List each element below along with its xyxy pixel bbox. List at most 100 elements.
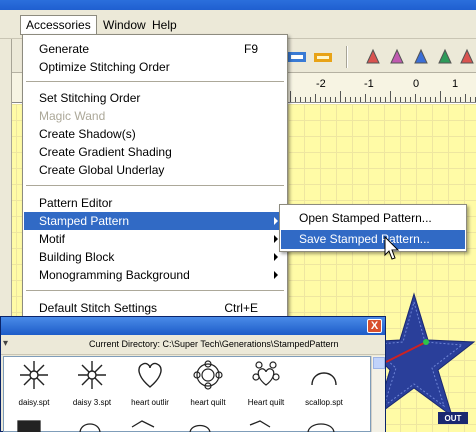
submenu-item-save-stamped-pattern[interactable]: Save Stamped Pattern...	[281, 230, 465, 249]
menu-item-building-block[interactable]: Building Block	[24, 248, 286, 266]
thumbnail-row-partial	[4, 413, 372, 432]
ruler-label: -2	[316, 78, 326, 90]
menu-item-create-shadows[interactable]: Create Shadow(s)	[24, 125, 286, 143]
ruler-tick	[310, 97, 311, 102]
ruler-tick	[430, 97, 431, 102]
accessories-menu: Generate F9 Optimize Stitching Order Set…	[22, 34, 288, 321]
ruler-tick	[390, 91, 391, 102]
pattern-thumbnail[interactable]: heart quilt	[180, 357, 236, 411]
ruler-tick	[420, 97, 421, 102]
ruler-tick	[355, 97, 356, 102]
menu-item-label: Building Block	[39, 250, 115, 264]
ruler-tick	[300, 97, 301, 102]
toolbar-button-7[interactable]	[456, 47, 476, 67]
out-badge-label: OUT	[445, 414, 462, 423]
pattern-thumbnail[interactable]: daisy.spt	[6, 357, 62, 411]
ruler-label: 1	[452, 78, 459, 90]
app-title-bar	[0, 0, 476, 10]
toolbar-separator	[346, 46, 347, 68]
pattern-thumbnail[interactable]: Heart quilt	[238, 357, 294, 411]
thumbnail-label: scallop.spt	[305, 398, 343, 407]
menu-item-stamped-pattern[interactable]: Stamped Pattern	[24, 212, 286, 230]
menu-item-create-gradient-shading[interactable]: Create Gradient Shading	[24, 143, 286, 161]
thumbnail-label: Heart quilt	[247, 398, 285, 407]
ruler-tick	[335, 97, 336, 102]
menu-item-create-global-underlay[interactable]: Create Global Underlay	[24, 161, 286, 179]
scroll-up-button[interactable]	[373, 357, 385, 369]
stitch-icon	[460, 48, 474, 64]
ruler-tick	[400, 97, 401, 102]
heart-quilt-icon	[252, 361, 280, 386]
ruler-tick	[330, 97, 331, 102]
ruler-tick	[395, 97, 396, 102]
menu-item-label: Magic Wand	[39, 109, 106, 123]
ruler-tick	[305, 97, 306, 102]
partial-thumbnail-icons	[17, 420, 335, 432]
submenu-item-label: Save Stamped Pattern...	[299, 232, 430, 246]
scallop-pattern-icon	[311, 372, 337, 386]
thumbnail-label: daisy.spt	[18, 398, 50, 407]
menu-item-monogramming-background[interactable]: Monogramming Background	[24, 266, 286, 284]
menu-separator	[26, 81, 284, 82]
thumbnail-label: heart outlir	[131, 398, 169, 407]
vertical-scrollbar[interactable]	[371, 356, 385, 432]
menu-item-label: Motif	[39, 232, 66, 246]
toolbar-button-1[interactable]	[286, 47, 308, 67]
submenu-arrow-icon	[274, 235, 278, 243]
ruler-tick	[295, 97, 296, 102]
pattern-thumbnail[interactable]: daisy 3.spt	[64, 357, 120, 411]
tool-icon	[314, 53, 332, 62]
chevron-down-icon[interactable]: ▾	[3, 338, 8, 349]
submenu-item-label: Open Stamped Pattern...	[299, 211, 432, 225]
menu-accessories[interactable]: Accessories	[20, 15, 97, 35]
submenu-item-open-stamped-pattern[interactable]: Open Stamped Pattern...	[281, 209, 465, 228]
ruler-tick	[460, 97, 461, 102]
menu-item-label: Create Global Underlay	[39, 163, 165, 177]
stitch-icon	[414, 48, 428, 64]
ruler-tick	[380, 97, 381, 102]
toolbar-button-2[interactable]	[312, 47, 334, 67]
menu-item-optimize-stitching-order[interactable]: Optimize Stitching Order	[24, 58, 286, 76]
toolbar-button-4[interactable]	[386, 47, 408, 67]
ruler-tick	[340, 91, 341, 102]
menu-item-pattern-editor[interactable]: Pattern Editor	[24, 194, 286, 212]
submenu-arrow-icon	[274, 271, 278, 279]
ruler-tick	[450, 97, 451, 102]
menu-item-shortcut: Ctrl+E	[224, 301, 258, 315]
menu-item-label: Create Shadow(s)	[39, 127, 136, 141]
toolbar-button-3[interactable]	[362, 47, 384, 67]
current-directory-label: Current Directory: C:\Super Tech\Generat…	[89, 339, 339, 349]
dialog-title-bar[interactable]: X	[1, 317, 385, 335]
stitch-icon	[366, 48, 380, 64]
menu-item-default-stitch-settings[interactable]: Default Stitch Settings Ctrl+E	[24, 299, 286, 317]
stitch-icon	[390, 48, 404, 64]
toolbar-button-6[interactable]	[434, 47, 456, 67]
menu-item-label: Monogramming Background	[39, 268, 190, 282]
ruler-tick	[290, 91, 291, 102]
directory-bar: ▾ Current Directory: C:\Super Tech\Gener…	[1, 335, 385, 355]
menu-item-motif[interactable]: Motif	[24, 230, 286, 248]
menu-help[interactable]: Help	[147, 17, 182, 33]
menu-item-shortcut: F9	[243, 42, 258, 56]
ruler-tick	[320, 97, 321, 102]
menu-item-label: Create Gradient Shading	[39, 145, 172, 159]
tool-icon	[288, 52, 306, 62]
menu-item-magic-wand: Magic Wand	[24, 107, 286, 125]
stamped-pattern-submenu: Open Stamped Pattern... Save Stamped Pat…	[279, 204, 467, 252]
menu-window[interactable]: Window	[98, 17, 151, 33]
close-button[interactable]: X	[367, 319, 382, 333]
ruler-tick	[370, 97, 371, 102]
ruler-tick	[375, 97, 376, 102]
toolbar-button-5[interactable]	[410, 47, 432, 67]
pattern-thumbnail[interactable]: scallop.spt	[296, 357, 352, 411]
menu-item-label: Default Stitch Settings	[39, 301, 158, 315]
ruler-tick	[465, 94, 466, 102]
stitch-icon	[438, 48, 452, 64]
pattern-thumbnail[interactable]: heart outlir	[122, 357, 178, 411]
menu-item-set-stitching-order[interactable]: Set Stitching Order	[24, 89, 286, 107]
menu-item-generate[interactable]: Generate F9	[24, 40, 286, 58]
ruler-tick	[365, 94, 366, 102]
ruler-tick	[440, 91, 441, 102]
ruler-label: -1	[364, 78, 374, 90]
submenu-arrow-icon	[274, 217, 278, 225]
